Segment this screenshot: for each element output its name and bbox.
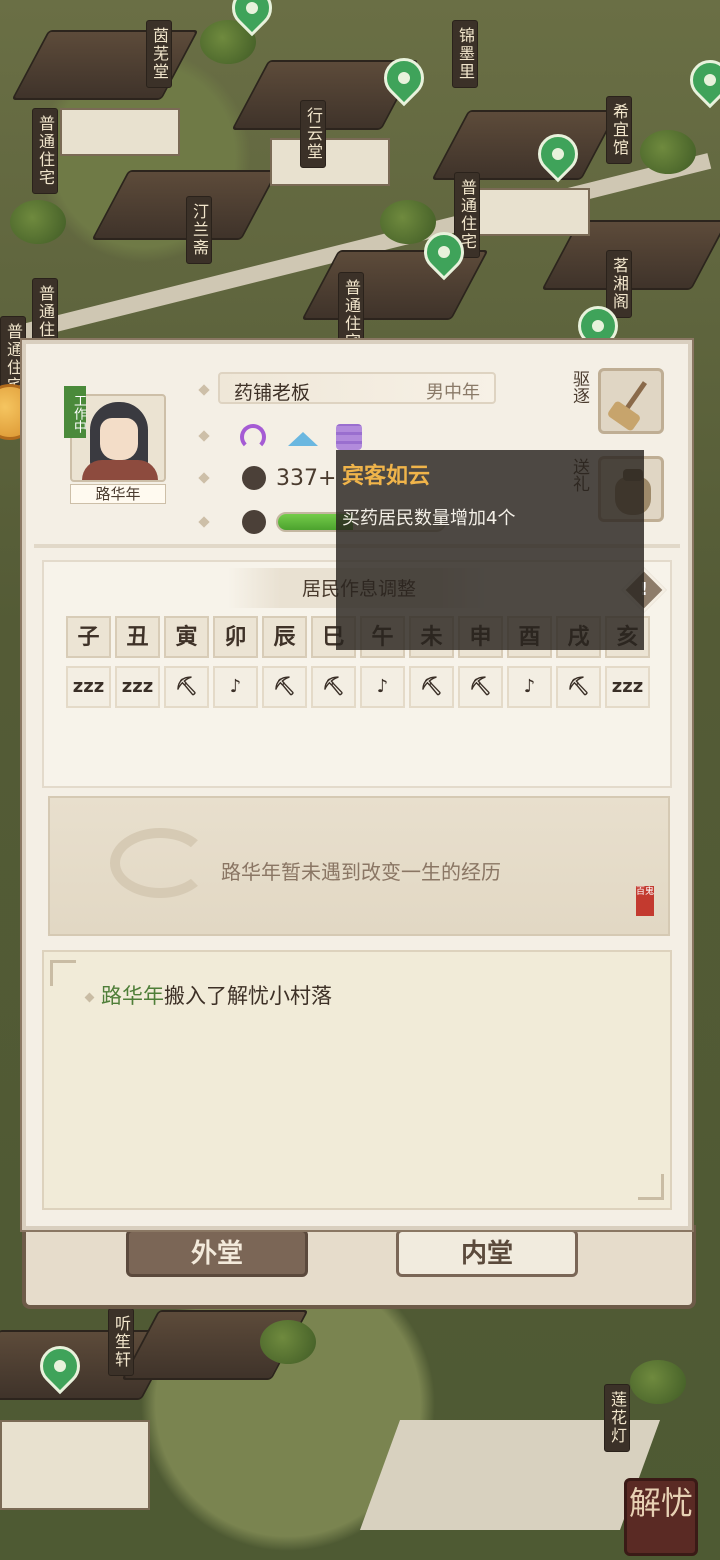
building-sign[interactable]: 行云堂	[300, 100, 326, 168]
hour-cell[interactable]: 寅	[164, 616, 209, 658]
bullet-icon	[198, 472, 210, 484]
occupation-label: 药铺老板	[234, 382, 311, 404]
modal-footer	[22, 1225, 696, 1309]
life-experience-section: 路华年暂未遇到改变一生的经历 百鬼	[48, 796, 670, 936]
experience-text: 路华年暂未遇到改变一生的经历	[221, 860, 501, 884]
resident-name: 路华年	[70, 484, 166, 504]
broom-icon[interactable]	[598, 368, 664, 434]
trait-blue-icon[interactable]	[288, 432, 318, 446]
sleep-icon[interactable]: zzz	[115, 666, 160, 708]
sleep-icon[interactable]: zzz	[605, 666, 650, 708]
age-group-label: 男中年	[426, 382, 480, 403]
building-sign[interactable]: 茵芜堂	[146, 20, 172, 88]
map-marker-icon[interactable]	[681, 51, 720, 109]
working-status-badge: 工作中	[64, 386, 86, 438]
event-log[interactable]: 路华年搬入了解忧小村落	[42, 950, 672, 1210]
corner-ornament	[50, 960, 76, 986]
pickaxe-icon[interactable]: ⛏	[458, 666, 503, 708]
heart-icon	[242, 510, 266, 534]
log-entry: 路华年搬入了解忧小村落	[84, 980, 332, 1010]
pickaxe-icon[interactable]: ⛏	[262, 666, 307, 708]
tab-outer-hall[interactable]: 外堂	[126, 1229, 308, 1277]
bullet-icon	[198, 384, 210, 396]
building-sign[interactable]: 希宜馆	[606, 96, 632, 164]
trait-guest-icon[interactable]	[336, 424, 362, 450]
trait-purple-icon[interactable]	[240, 424, 266, 450]
resident-detail-panel: 工作中 路华年 药铺老板 男中年 337+ 驱逐 送礼 居民作息调整 ! 子 丑…	[22, 340, 692, 1230]
pickaxe-icon[interactable]: ⛏	[311, 666, 356, 708]
hour-cell[interactable]: 子	[66, 616, 111, 658]
expel-button[interactable]: 驱逐	[566, 368, 690, 438]
jieyou-corner-button[interactable]: 解忧	[624, 1478, 698, 1556]
building-sign[interactable]: 普通住宅	[32, 108, 58, 194]
building-sign[interactable]: 莲花灯	[604, 1384, 630, 1452]
hour-cell[interactable]: 丑	[115, 616, 160, 658]
building-sign[interactable]: 汀兰斋	[186, 196, 212, 264]
role-bar: 药铺老板 男中年	[218, 372, 496, 404]
pickaxe-icon[interactable]: ⛏	[164, 666, 209, 708]
building-sign[interactable]: 锦墨里	[452, 20, 478, 88]
tooltip-title: 宾客如云	[342, 463, 431, 489]
money-value: 337+	[276, 466, 337, 491]
log-entry-text: 搬入了解忧小村落	[164, 984, 332, 1008]
building-sign[interactable]: 听笙轩	[108, 1308, 134, 1376]
leisure-icon[interactable]: ♪	[360, 666, 405, 708]
corner-ornament	[638, 1174, 664, 1200]
sleep-icon[interactable]: zzz	[66, 666, 111, 708]
expel-label: 驱逐	[569, 370, 589, 404]
leisure-icon[interactable]: ♪	[213, 666, 258, 708]
bullet-icon	[198, 430, 210, 442]
activity-row: zzz zzz ⛏ ♪ ⛏ ⛏ ♪ ⛏ ⛏ ♪ ⛏ zzz	[66, 666, 650, 708]
tooltip-text: 买药居民数量增加4个	[342, 508, 516, 529]
money-icon	[242, 466, 266, 490]
tab-inner-hall[interactable]: 内堂	[396, 1229, 578, 1277]
pickaxe-icon[interactable]: ⛏	[409, 666, 454, 708]
bullet-icon	[198, 516, 210, 528]
hour-cell[interactable]: 辰	[262, 616, 307, 658]
seal-stamp: 百鬼	[636, 886, 654, 916]
pickaxe-icon[interactable]: ⛏	[556, 666, 601, 708]
leisure-icon[interactable]: ♪	[507, 666, 552, 708]
trait-tooltip: 宾客如云 买药居民数量增加4个	[336, 450, 644, 650]
building-sign[interactable]: 茗湘阁	[606, 250, 632, 318]
hour-cell[interactable]: 卯	[213, 616, 258, 658]
log-entry-name[interactable]: 路华年	[101, 984, 164, 1008]
